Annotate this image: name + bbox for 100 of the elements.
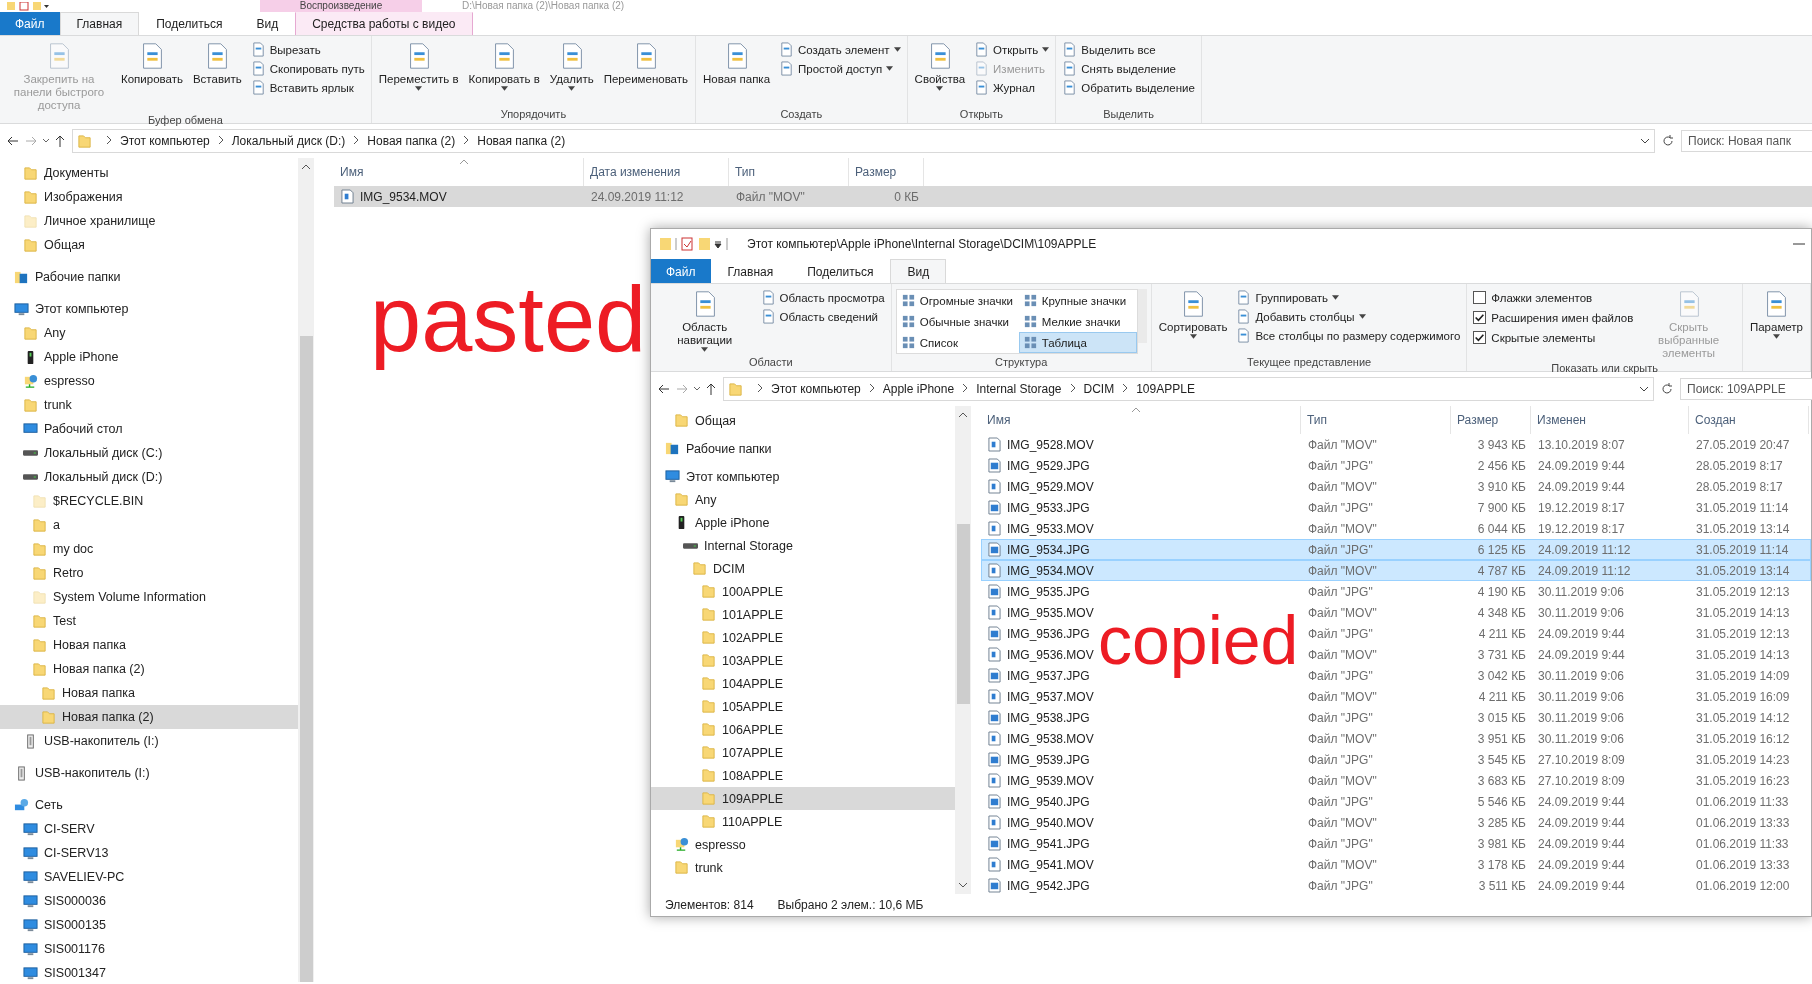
ribbon-button[interactable]: Вырезать [248,41,367,58]
tree-item[interactable]: 105APPLE [651,695,955,718]
navigation-arrows-icon[interactable] [657,382,717,396]
breadcrumb[interactable]: Новая папка (2) [367,134,456,148]
file-row[interactable]: IMG_9533.MOV Файл "MOV" 6 044 КБ 19.12.2019 8:17 31.05.2019 13:14 [981,518,1811,539]
column-header[interactable]: Создан [1689,406,1809,434]
file-row[interactable]: IMG_9541.JPG Файл "JPG" 3 981 КБ 24.09.2019 9:44 01.06.2019 11:33 [981,833,1811,854]
tree-item[interactable]: SIS000036 [0,889,298,913]
tree-item[interactable]: CI-SERV [0,817,298,841]
navigation-arrows-icon[interactable] [6,134,66,148]
tree-item[interactable]: System Volume Information [0,585,298,609]
tree-item[interactable]: SAVELIEV-PC [0,865,298,889]
ribbon-tab[interactable]: Вид [239,12,296,35]
tree-item[interactable]: USB-накопитель (I:) [0,729,298,753]
column-header[interactable]: Тип [1301,406,1451,434]
tree-item[interactable]: Документы [0,161,298,185]
ribbon-tab[interactable]: Вид [890,259,947,283]
scroll-up-icon[interactable] [301,164,311,170]
scrollbar[interactable] [955,406,971,894]
tree-item[interactable]: Test [0,609,298,633]
checkbox[interactable]: Скрытые элементы [1471,329,1636,347]
ribbon-button[interactable]: Скопировать путь [248,60,367,77]
column-header[interactable]: Изменен [1531,406,1689,434]
tree-item[interactable]: Локальный диск (C:) [0,441,298,465]
refresh-icon[interactable] [1660,382,1674,396]
tree-item[interactable]: my doc [0,537,298,561]
file-row[interactable]: IMG_9534.MOV 24.09.2019 11:12 Файл "MOV" 0 КБ [334,186,1812,207]
tree-item[interactable]: USB-накопитель (I:) [0,761,298,785]
file-row[interactable]: IMG_9542.JPG Файл "JPG" 3 511 КБ 24.09.2019 9:44 01.06.2019 12:00 [981,875,1811,894]
ribbon-tab[interactable]: Файл [0,12,60,35]
tree-item[interactable]: $RECYCLE.BIN [0,489,298,513]
file-row[interactable]: IMG_9541.MOV Файл "MOV" 3 178 КБ 24.09.2019 9:44 01.06.2019 13:33 [981,854,1811,875]
tree-item[interactable]: Retro [0,561,298,585]
tree-item[interactable]: Any [0,321,298,345]
gallery-scrollbar[interactable] [1137,289,1147,343]
breadcrumb[interactable]: Internal Storage [976,382,1062,396]
file-row[interactable]: IMG_9540.JPG Файл "JPG" 5 546 КБ 24.09.2019 9:44 01.06.2019 11:33 [981,791,1811,812]
tree-item[interactable]: Общая [651,409,955,432]
ribbon-button[interactable]: Вставить ярлык [248,79,367,96]
breadcrumb[interactable]: Этот компьютер [120,134,210,148]
layout-option[interactable]: Таблица [1018,332,1137,353]
ribbon-button[interactable]: Параметр [1746,287,1806,341]
column-header[interactable]: Имя [981,406,1301,434]
ribbon-tab[interactable]: Средства работы с видео [295,12,473,35]
ribbon-button[interactable]: Журнал [972,79,1052,96]
file-row[interactable]: IMG_9533.JPG Файл "JPG" 7 900 КБ 19.12.2019 8:17 31.05.2019 11:14 [981,497,1811,518]
file-row[interactable]: IMG_9535.JPG Файл "JPG" 4 190 КБ 30.11.2019 9:06 31.05.2019 12:13 [981,581,1811,602]
tree-item[interactable]: 104APPLE [651,672,955,695]
chevron-down-icon[interactable] [1640,138,1650,144]
ribbon-button[interactable]: Копировать [118,39,186,88]
tree-item[interactable]: Изображения [0,185,298,209]
tree-item[interactable]: espresso [651,833,955,856]
tree-item[interactable]: Рабочие папки [651,437,955,460]
layout-option[interactable]: Огромные значки [896,290,1019,311]
ribbon-button[interactable]: Выделить все [1060,41,1197,58]
ribbon-tab[interactable]: Главная [710,259,791,283]
tree-item[interactable]: espresso [0,369,298,393]
tree-item[interactable]: Этот компьютер [0,297,298,321]
scroll-down-icon[interactable] [958,882,968,888]
ribbon-button[interactable]: Создать элемент [777,41,903,58]
search-field[interactable]: Поиск: Новая папк [1681,130,1812,152]
ribbon-button[interactable]: Снять выделение [1060,60,1197,77]
tree-item[interactable]: SIS000135 [0,913,298,937]
address-bar[interactable]: Этот компьютер Apple iPhone Internal Storage DCIM 109APPLE [723,377,1654,401]
tree-item[interactable]: trunk [651,856,955,879]
breadcrumb[interactable]: DCIM [1083,382,1115,396]
ribbon-button[interactable]: Простой доступ [777,60,903,77]
ribbon-button[interactable]: Вставить [189,39,245,88]
tree-item[interactable]: 102APPLE [651,626,955,649]
breadcrumb[interactable]: Apple iPhone [882,382,955,396]
tree-item[interactable]: Новая папка [0,681,298,705]
tree-item[interactable]: SIS001176 [0,937,298,961]
breadcrumb[interactable]: 109APPLE [1136,382,1195,396]
file-row[interactable]: IMG_9529.MOV Файл "MOV" 3 910 КБ 24.09.2019 9:44 28.05.2019 8:17 [981,476,1811,497]
ribbon-tab[interactable]: Главная [59,12,140,35]
tree-item[interactable]: a [0,513,298,537]
tree-item[interactable]: 108APPLE [651,764,955,787]
tree-item[interactable]: DCIM [651,557,955,580]
ribbon-button[interactable]: Открыть [972,41,1052,58]
layout-option[interactable]: Мелкие значки [1018,311,1137,332]
ribbon-button[interactable]: Переименовать [600,39,691,88]
checkbox[interactable]: Расширения имен файлов [1471,309,1636,327]
ribbon-button[interactable]: Сортировать [1155,287,1231,341]
file-row[interactable]: IMG_9538.JPG Файл "JPG" 3 015 КБ 30.11.2019 9:06 31.05.2019 14:12 [981,707,1811,728]
ribbon-button[interactable]: Удалить [546,39,597,93]
checkbox[interactable]: Флажки элементов [1471,289,1636,307]
tree-item[interactable]: 106APPLE [651,718,955,741]
ribbon-button[interactable]: Добавить столбцы [1234,308,1463,325]
refresh-icon[interactable] [1661,134,1675,148]
file-row[interactable]: IMG_9540.MOV Файл "MOV" 3 285 КБ 24.09.2019 9:44 01.06.2019 13:33 [981,812,1811,833]
ribbon-button[interactable]: Новая папка [700,39,774,88]
tree-item[interactable]: CI-SERV13 [0,841,298,865]
tree-item[interactable]: Общая [0,233,298,257]
layout-option[interactable]: Обычные значки [896,311,1019,332]
scrollbar[interactable] [298,158,314,982]
tree-item[interactable]: 101APPLE [651,603,955,626]
file-row[interactable]: IMG_9539.MOV Файл "MOV" 3 683 КБ 27.10.2019 8:09 31.05.2019 16:23 [981,770,1811,791]
ribbon-tab[interactable]: Файл [651,259,711,283]
file-row[interactable]: IMG_9529.JPG Файл "JPG" 2 456 КБ 24.09.2019 9:44 28.05.2019 8:17 [981,455,1811,476]
breadcrumb[interactable]: Этот компьютер [771,382,861,396]
